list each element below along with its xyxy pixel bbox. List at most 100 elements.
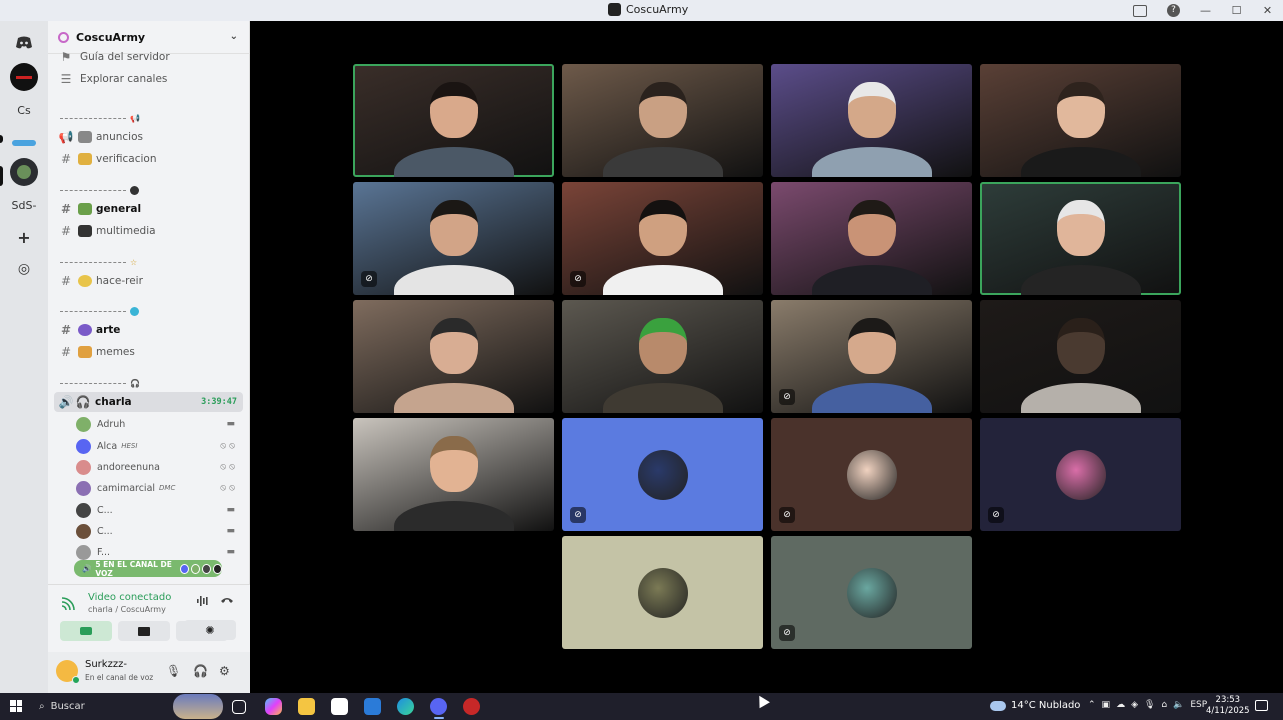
video-tile[interactable]	[562, 64, 763, 177]
avatar-tile[interactable]: ⊘	[980, 418, 1181, 531]
guide-row[interactable]: ⚑ Guía del servidor	[48, 47, 248, 67]
avatar	[76, 544, 91, 560]
camera-button[interactable]	[60, 621, 112, 641]
voice-channel-banner[interactable]: 🔊 5 EN EL CANAL DE VOZ	[74, 560, 223, 578]
video-tile[interactable]: ⊘	[562, 182, 763, 295]
video-tile[interactable]	[980, 300, 1181, 413]
muted-mic-icon: ⊘	[570, 271, 586, 287]
store-icon[interactable]	[331, 698, 348, 715]
avatar-tile[interactable]	[562, 536, 763, 649]
category-voice[interactable]: 🎧	[60, 376, 240, 390]
voice-user[interactable]: C... ▬	[76, 500, 242, 520]
video-tile[interactable]: ⊘	[353, 182, 554, 295]
signal-icon[interactable]	[60, 596, 78, 614]
muted-mic-icon: ⊘	[570, 507, 586, 523]
disconnect-icon[interactable]	[220, 595, 234, 608]
muted-mic-icon: ⊘	[779, 625, 795, 641]
channel-memes[interactable]: # memes	[48, 342, 248, 362]
video-tile[interactable]	[771, 64, 972, 177]
voice-user[interactable]: Alca HESI ⦸⦸	[76, 436, 242, 456]
channel-arte[interactable]: # arte	[48, 320, 248, 340]
avatar	[637, 449, 688, 500]
video-tile[interactable]: ⊘	[771, 300, 972, 413]
participant-face	[638, 82, 687, 138]
category-art[interactable]	[60, 304, 240, 318]
laughing-emoji-icon	[78, 275, 92, 287]
voice-user[interactable]: Adruh ▬	[76, 414, 242, 434]
add-server-icon[interactable]: +	[10, 223, 38, 251]
help-icon[interactable]: ?	[1167, 4, 1180, 17]
voice-user[interactable]: camimarcial DMC ⦸⦸	[76, 478, 242, 498]
outlook-icon[interactable]	[364, 698, 381, 715]
avatar-tile[interactable]: ⊘	[562, 418, 763, 531]
voice-status[interactable]: Video conectado	[88, 592, 171, 603]
channel-multimedia[interactable]: # multimedia	[48, 221, 248, 241]
chevron-down-icon[interactable]: ⌄	[230, 31, 238, 42]
channel-anuncios[interactable]: 📢 anuncios	[48, 127, 248, 147]
channel-general[interactable]: # general	[48, 199, 248, 219]
server-cs-icon[interactable]: Cs	[10, 96, 38, 124]
voice-user[interactable]: C... ▬	[76, 521, 242, 541]
server-sds-icon[interactable]: SdS-	[10, 191, 38, 219]
avatar-tile[interactable]: ⊘	[771, 536, 972, 649]
video-tile[interactable]	[562, 300, 763, 413]
noise-suppression-icon[interactable]	[196, 595, 210, 610]
category-fun[interactable]: ☆	[60, 255, 240, 269]
minimize-button[interactable]: —	[1190, 4, 1221, 17]
notification-icon[interactable]	[1255, 700, 1268, 711]
windows-start-icon[interactable]	[10, 700, 22, 712]
language-indicator[interactable]: ESP	[1190, 700, 1207, 710]
voice-location[interactable]: charla / CoscuArmy	[88, 605, 166, 614]
video-tile[interactable]	[353, 64, 554, 177]
server-blue-icon[interactable]	[10, 129, 38, 157]
security-icon[interactable]: ◈	[1131, 700, 1138, 710]
taskbar-clock[interactable]: 23:53 4/11/2025	[1206, 695, 1250, 717]
category-announcements[interactable]: 📢	[60, 111, 240, 125]
server-red-icon[interactable]	[10, 63, 38, 91]
discord-home-icon[interactable]	[10, 29, 38, 57]
participant-face	[1056, 82, 1105, 138]
onedrive-icon[interactable]: ☁	[1116, 700, 1125, 710]
video-tile[interactable]	[771, 182, 972, 295]
chevron-up-icon[interactable]: ⌃	[1088, 700, 1096, 710]
app-red-icon[interactable]	[463, 698, 480, 715]
voice-channel-charla[interactable]: 🔊 🎧 charla 3:39:47	[54, 392, 243, 412]
server-coscuarmy-icon[interactable]	[10, 158, 38, 186]
inbox-icon[interactable]	[1133, 4, 1147, 17]
window-titlebar: CoscuArmy ? — ☐ ✕	[0, 0, 1283, 21]
video-tile[interactable]	[980, 64, 1181, 177]
headphones-icon[interactable]: 🎧	[193, 664, 208, 678]
video-tile[interactable]	[353, 300, 554, 413]
video-tile[interactable]	[980, 182, 1181, 295]
soundboard-button[interactable]: ✺	[184, 620, 236, 640]
microphone-icon[interactable]: 🎙	[1144, 700, 1155, 710]
screen-share-button[interactable]	[118, 621, 170, 641]
video-tile[interactable]	[353, 418, 554, 531]
file-explorer-icon[interactable]	[298, 698, 315, 715]
maximize-button[interactable]: ☐	[1221, 4, 1252, 17]
category-text[interactable]	[60, 183, 240, 197]
browse-channels-row[interactable]: ☰ Explorar canales	[48, 69, 248, 89]
copilot-icon[interactable]	[265, 698, 282, 715]
close-button[interactable]: ✕	[1252, 4, 1283, 17]
pointing-emoji-icon	[78, 153, 92, 165]
avatar-tile[interactable]: ⊘	[771, 418, 972, 531]
network-icon[interactable]: ⌂	[1161, 700, 1167, 710]
participant-face	[638, 200, 687, 256]
settings-gear-icon[interactable]: ⚙	[219, 664, 230, 678]
username[interactable]: Surkzzz-	[85, 659, 127, 670]
edge-icon[interactable]	[397, 698, 414, 715]
volume-icon[interactable]: 🔈	[1173, 700, 1184, 710]
taskbar-search[interactable]: ⌕ Buscar	[33, 694, 223, 719]
explore-icon[interactable]: ◎	[10, 255, 38, 283]
tray-app-icon[interactable]: ▣	[1102, 700, 1111, 710]
voice-user[interactable]: andoreenuna ⦸⦸	[76, 457, 242, 477]
task-view-icon[interactable]	[232, 700, 246, 714]
weather-widget[interactable]: 14°C Nublado	[990, 700, 1080, 711]
avatar	[213, 563, 223, 574]
channel-hace-reir[interactable]: # hace-reir	[48, 271, 248, 291]
discord-taskbar-icon[interactable]	[430, 698, 447, 715]
channel-verificacion[interactable]: # verificacion	[48, 149, 248, 169]
system-tray[interactable]: ⌃ ▣ ☁ ◈ 🎙 ⌂ 🔈 ESP	[1088, 700, 1207, 710]
microphone-icon[interactable]: 🎙	[166, 664, 181, 678]
